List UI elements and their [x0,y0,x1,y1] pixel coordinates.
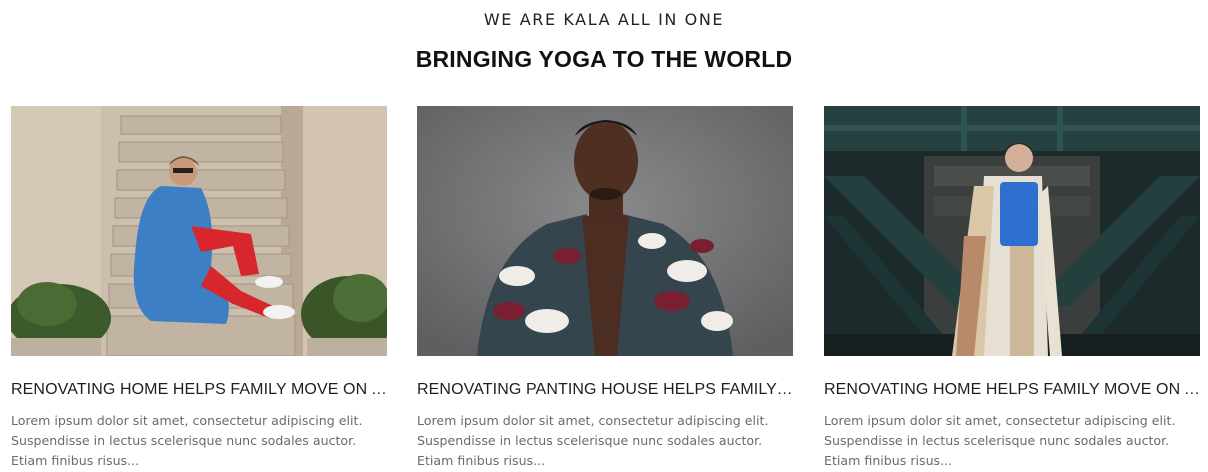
excerpt-line: Etiam finibus risus... [824,453,953,468]
blog-card[interactable]: RENOVATING HOME HELPS FAMILY MOVE ON AFT… [11,106,387,471]
excerpt-line: Etiam finibus risus... [417,453,546,468]
excerpt-line: Lorem ipsum dolor sit amet, consectetur … [11,413,363,428]
post-title[interactable]: RENOVATING PANTING HOUSE HELPS FAMILY MO… [417,380,793,399]
post-image-link[interactable] [11,106,387,356]
excerpt-line: Suspendisse in lectus scelerisque nunc s… [417,433,763,448]
excerpt-line: Suspendisse in lectus scelerisque nunc s… [824,433,1170,448]
blog-card[interactable]: RENOVATING HOME HELPS FAMILY MOVE ON AFT… [824,106,1200,471]
section-heading: BRINGING YOGA TO THE WORLD [415,46,793,72]
post-excerpt: Lorem ipsum dolor sit amet, consectetur … [417,411,793,471]
post-title[interactable]: RENOVATING HOME HELPS FAMILY MOVE ON AFT… [11,380,387,399]
excerpt-line: Lorem ipsum dolor sit amet, consectetur … [824,413,1176,428]
post-title[interactable]: RENOVATING HOME HELPS FAMILY MOVE ON AFT… [824,380,1200,399]
excerpt-line: Etiam finibus risus... [11,453,140,468]
blog-card[interactable]: RENOVATING PANTING HOUSE HELPS FAMILY MO… [417,106,793,471]
post-image-link[interactable] [824,106,1200,356]
woman-blue-coat-on-stairs-photo [11,106,387,356]
blog-section: WE ARE KALA ALL IN ONE BRINGING YOGA TO … [0,0,1208,472]
post-excerpt: Lorem ipsum dolor sit amet, consectetur … [824,411,1200,471]
section-eyebrow: WE ARE KALA ALL IN ONE [483,10,725,29]
excerpt-line: Suspendisse in lectus scelerisque nunc s… [11,433,357,448]
post-image-link[interactable] [417,106,793,356]
excerpt-line: Lorem ipsum dolor sit amet, consectetur … [417,413,769,428]
man-under-bridge-photo [824,106,1200,356]
post-excerpt: Lorem ipsum dolor sit amet, consectetur … [11,411,387,471]
man-camo-shirt-portrait-photo [417,106,793,356]
